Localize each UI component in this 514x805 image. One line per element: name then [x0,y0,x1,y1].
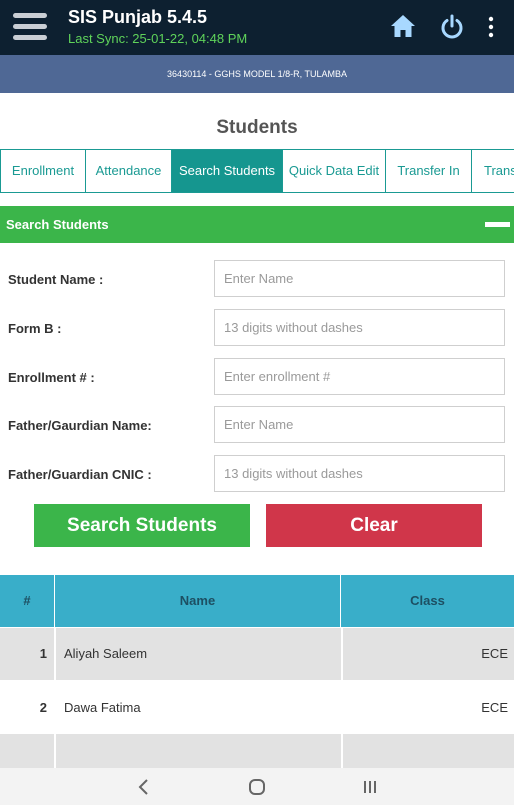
power-icon[interactable] [440,14,464,40]
father-cnic-input[interactable] [214,455,505,492]
home-icon[interactable] [390,14,416,38]
clear-button[interactable]: Clear [266,504,482,547]
tab-quick-data-edit[interactable]: Quick Data Edit [283,150,386,192]
tab-transfer-out[interactable]: Transfer Out [472,150,514,192]
student-name-cell: Aliyah Saleem [56,628,343,680]
enrollment-input[interactable] [214,358,505,395]
section-title: Search Students [6,217,109,232]
class-cell: ECE [343,628,514,680]
tab-enrollment[interactable]: Enrollment [1,150,86,192]
collapse-icon[interactable] [485,221,510,229]
table-header: # Name Class [0,575,514,627]
column-header-name[interactable]: Name [55,575,341,627]
search-students-button[interactable]: Search Students [34,504,250,547]
table-row[interactable] [0,734,514,768]
tab-attendance[interactable]: Attendance [86,150,172,192]
tab-search-students[interactable]: Search Students [172,150,283,192]
father-name-input[interactable] [214,406,505,443]
search-students-panel-header: Search Students [0,206,514,243]
school-banner: 36430114 - GGHS MODEL 1/8-R, TULAMBA [0,55,514,93]
table-row[interactable]: 1 Aliyah Saleem ECE [0,628,514,680]
father-name-label: Father/Gaurdian Name: [8,418,152,433]
student-name-label: Student Name : [8,272,104,287]
system-nav-bar [0,768,514,805]
class-cell [343,734,514,768]
student-name-cell: Dawa Fatima [56,682,343,734]
last-sync-text: Last Sync: 25-01-22, 04:48 PM [68,31,248,46]
class-cell: ECE [343,682,514,734]
enrollment-label: Enrollment # : [8,370,95,385]
row-number: 1 [0,628,56,680]
student-name-input[interactable] [214,260,505,297]
form-b-label: Form B : [8,321,62,336]
tab-transfer-in[interactable]: Transfer In [386,150,472,192]
page-title: Students [216,117,298,138]
column-header-number[interactable]: # [0,575,55,627]
more-vert-icon[interactable] [484,15,498,39]
app-bar: SIS Punjab 5.4.5 Last Sync: 25-01-22, 04… [0,0,514,55]
student-name-cell [56,734,343,768]
tab-bar: Enrollment Attendance Search Students Qu… [0,149,514,193]
menu-icon[interactable] [13,11,47,43]
back-icon[interactable] [130,774,158,800]
row-number [0,734,56,768]
home-circle-icon[interactable] [243,774,271,800]
recent-apps-icon[interactable] [356,774,384,800]
row-number: 2 [0,682,56,734]
app-title: SIS Punjab 5.4.5 [68,7,208,27]
form-b-input[interactable] [214,309,505,346]
column-header-class[interactable]: Class [341,575,514,627]
father-cnic-label: Father/Guardian CNIC : [8,467,152,482]
table-row[interactable]: 2 Dawa Fatima ECE [0,682,514,734]
